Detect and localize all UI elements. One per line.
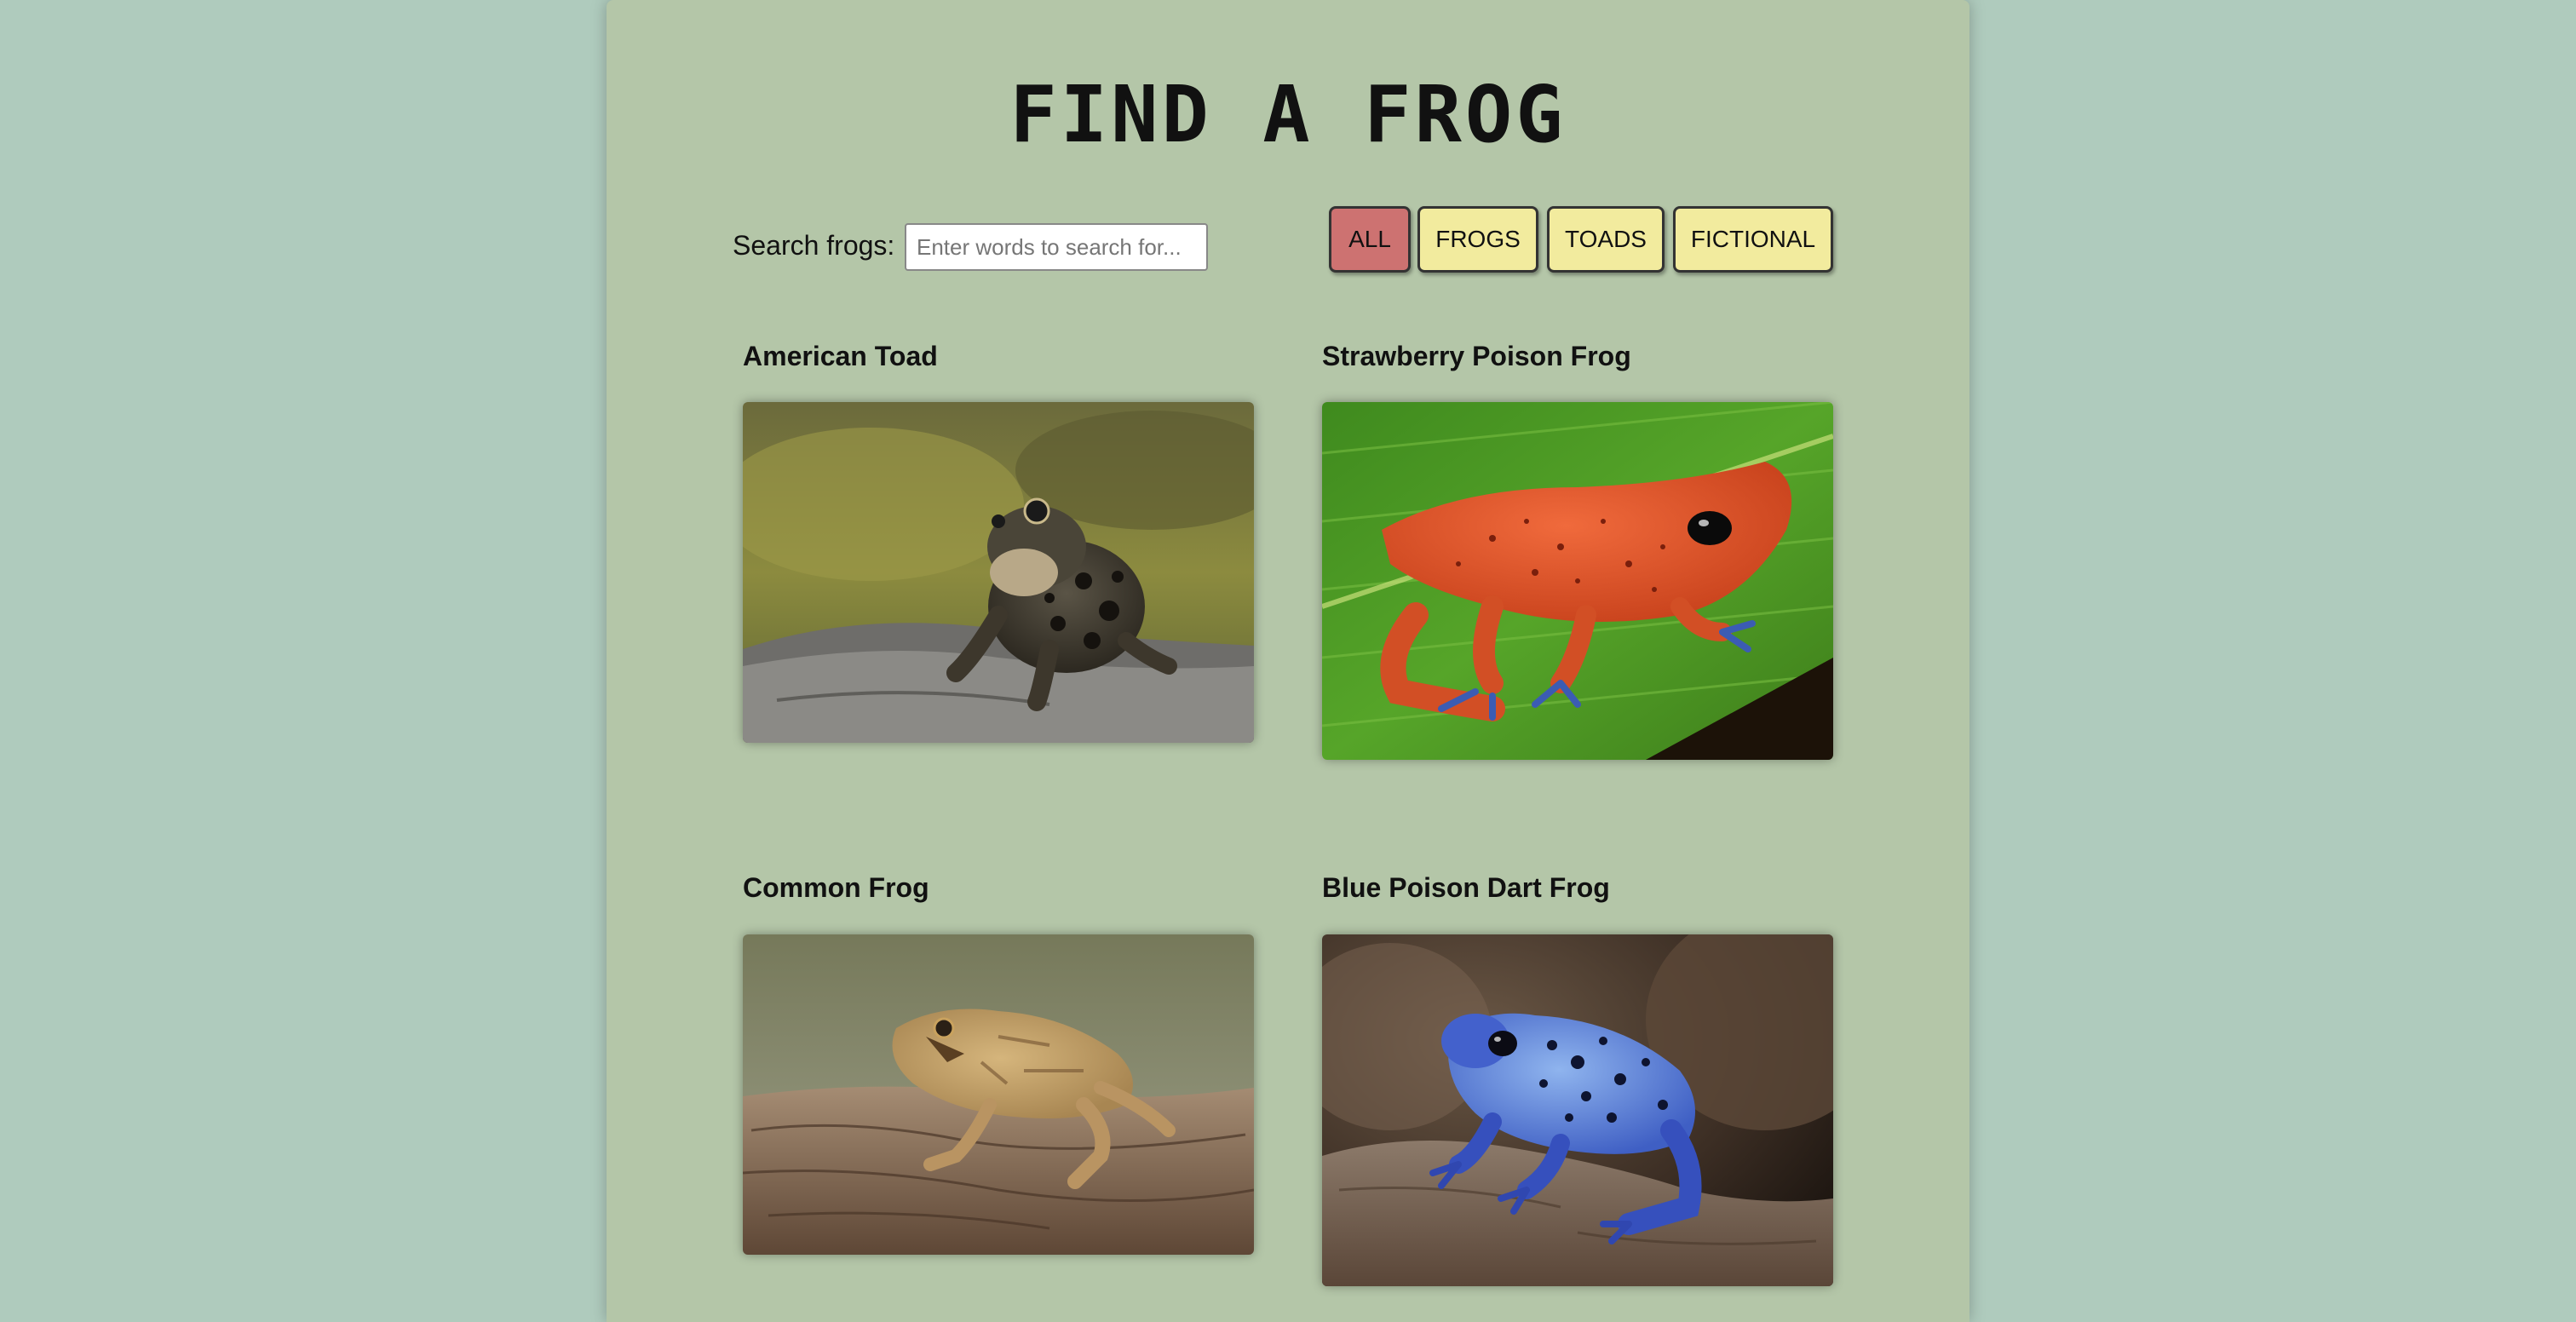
- blue-poison-dart-frog-image[interactable]: [1322, 934, 1833, 1286]
- search-input[interactable]: [905, 223, 1208, 271]
- strawberry-poison-frog-image[interactable]: [1322, 402, 1833, 760]
- filter-all-button[interactable]: ALL: [1329, 206, 1411, 273]
- main-panel: FIND A FROG Search frogs: ALL FROGS TOAD…: [607, 0, 1969, 1322]
- frog-card-title: Common Frog: [743, 872, 929, 903]
- page-title: FIND A FROG: [1009, 69, 1567, 160]
- american-toad-image[interactable]: [743, 402, 1254, 743]
- filter-fictional-button[interactable]: FICTIONAL: [1673, 206, 1833, 273]
- filter-toads-button[interactable]: TOADS: [1547, 206, 1665, 273]
- frog-card-title: Strawberry Poison Frog: [1322, 341, 1631, 371]
- search-label: Search frogs:: [733, 230, 895, 261]
- filter-frogs-button[interactable]: FROGS: [1417, 206, 1538, 273]
- frog-card-title: Blue Poison Dart Frog: [1322, 872, 1610, 903]
- frog-card-title: American Toad: [743, 341, 938, 371]
- common-frog-image[interactable]: [743, 934, 1254, 1255]
